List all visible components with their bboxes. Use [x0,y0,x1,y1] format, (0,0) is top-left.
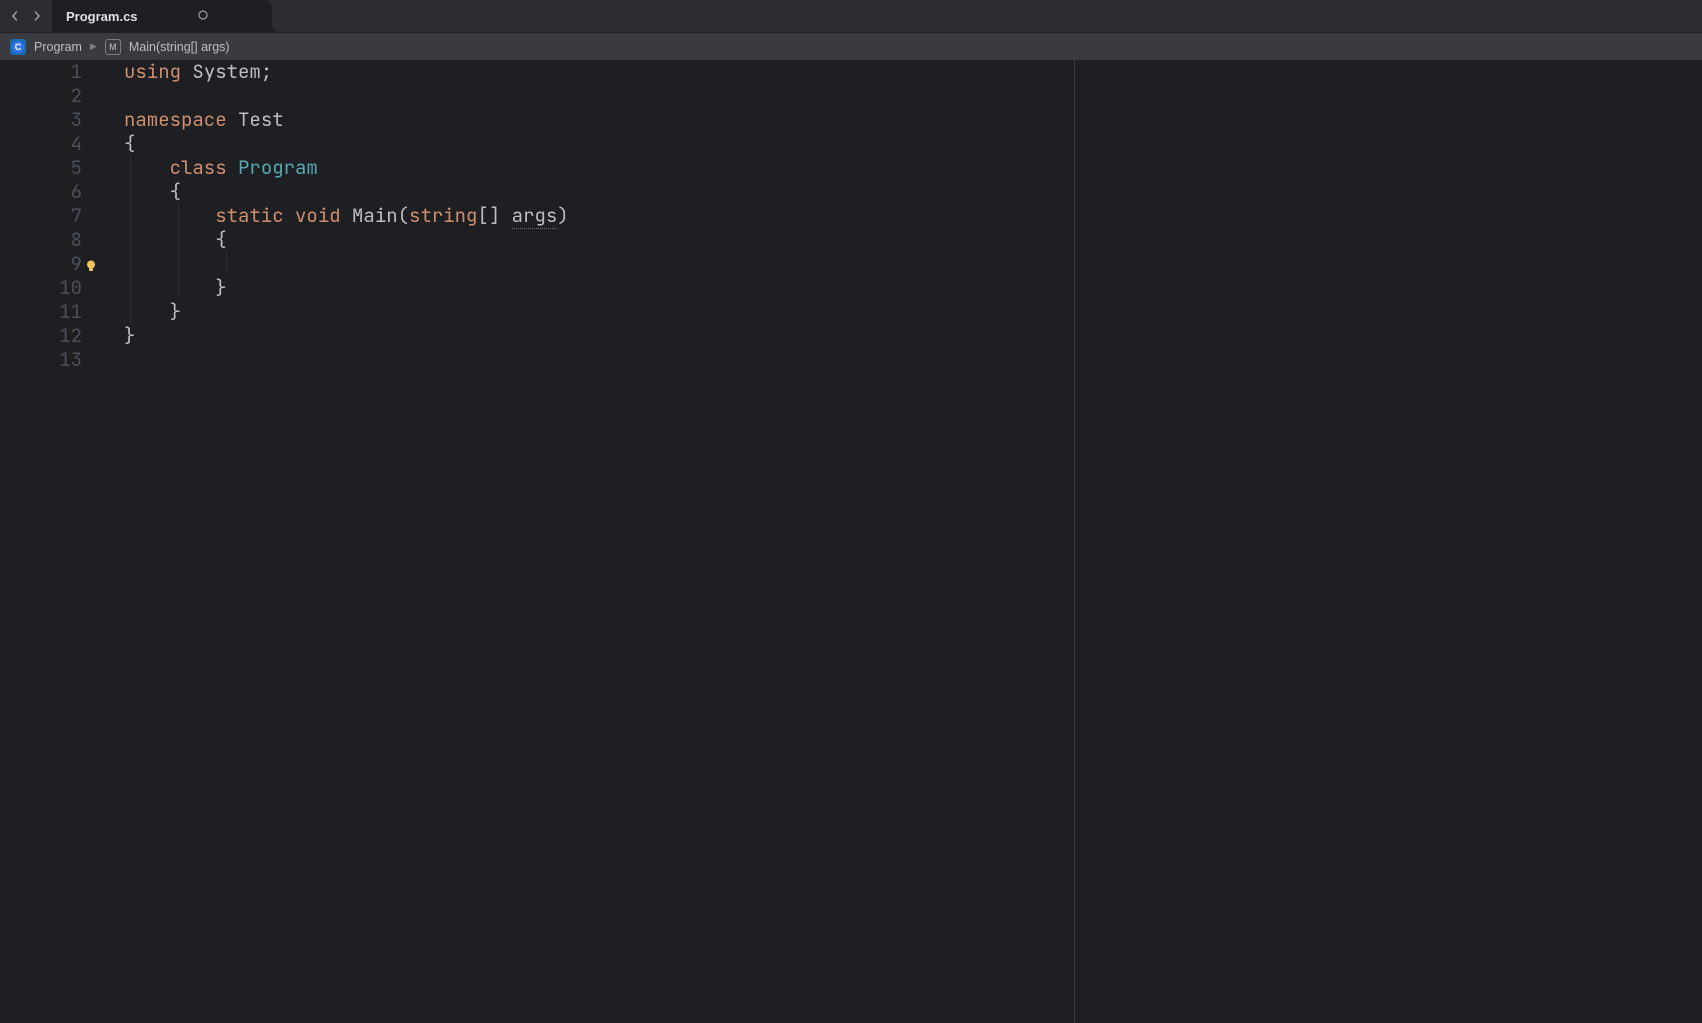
code-line: } [124,324,1074,348]
minimap[interactable] [1075,60,1375,1023]
gutter-line[interactable]: 3 [0,108,100,132]
nav-arrows [0,0,52,32]
code-line: static void Main(string[] args) [124,204,1074,228]
code-line: class Program [124,156,1074,180]
code-area[interactable]: using System; namespace Test { class Pro… [100,60,1702,1023]
gutter-line[interactable]: 10 [0,276,100,300]
breadcrumb-separator-icon: ▶ [90,41,97,52]
breadcrumb-method[interactable]: Main(string[] args) [129,40,230,54]
method-icon: M [105,39,121,55]
gutter-line[interactable]: 2 [0,84,100,108]
nav-forward-button[interactable] [28,7,46,25]
class-icon: C [10,39,26,55]
code-line: } [124,300,1074,324]
tab-bar: Program.cs [0,0,1702,33]
code-line: using System; [124,60,1074,84]
gutter-line[interactable]: 5 [0,156,100,180]
gutter-line[interactable]: 11 [0,300,100,324]
lightbulb-icon[interactable] [84,255,98,269]
gutter-line[interactable]: 8 [0,228,100,252]
code-line: namespace Test [124,108,1074,132]
gutter-line[interactable]: 4 [0,132,100,156]
gutter-line[interactable]: 7 [0,204,100,228]
code-line: { [124,228,1074,252]
code-line: { [124,132,1074,156]
nav-back-button[interactable] [6,7,24,25]
editor: 12345678910111213 using System; namespac… [0,60,1702,1023]
code-line: } [124,276,1074,300]
tab-close-icon[interactable] [198,10,208,23]
code-line: { [124,180,1074,204]
code-content[interactable]: using System; namespace Test { class Pro… [100,60,1075,1023]
svg-text:C: C [15,42,22,52]
breadcrumb-class[interactable]: Program [34,40,82,54]
gutter-line[interactable]: 12 [0,324,100,348]
code-line [124,348,1074,372]
gutter-line[interactable]: 9 [0,252,100,276]
tab-title: Program.cs [66,9,138,24]
gutter-line[interactable]: 1 [0,60,100,84]
gutter-line[interactable]: 6 [0,180,100,204]
code-line [124,84,1074,108]
breadcrumb: C Program ▶ M Main(string[] args) [0,33,1702,60]
gutter-line[interactable]: 13 [0,348,100,372]
code-line [124,252,1074,276]
tab-active[interactable]: Program.cs [52,0,272,32]
gutter: 12345678910111213 [0,60,100,1023]
